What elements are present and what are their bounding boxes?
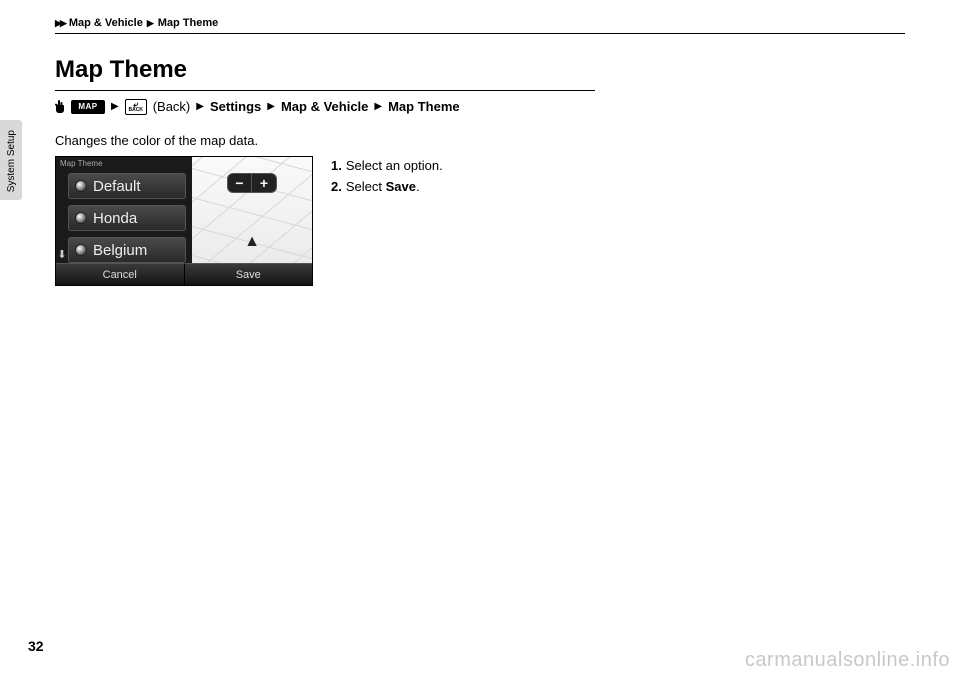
path-map-theme: Map Theme bbox=[388, 97, 460, 117]
chevron-icon: ▶ bbox=[147, 18, 154, 29]
step-text: Select Save. bbox=[346, 177, 420, 198]
zoom-minus-icon: − bbox=[228, 174, 252, 192]
theme-option: Default bbox=[68, 173, 186, 199]
navigation-path: MAP ▶ ⤶ BACK (Back) ▶ Settings ▶ Map & V… bbox=[55, 97, 595, 117]
theme-option-label: Default bbox=[93, 178, 141, 195]
radio-icon bbox=[75, 212, 87, 224]
breadcrumb-level2: Map Theme bbox=[158, 17, 219, 29]
chevron-double-icon: ▶▶ bbox=[55, 18, 65, 29]
zoom-plus-icon: + bbox=[252, 174, 276, 192]
chevron-icon: ▶ bbox=[196, 97, 204, 117]
scroll-indicator: ⬇ bbox=[58, 175, 66, 261]
breadcrumb: ▶▶ Map & Vehicle ▶ Map Theme bbox=[55, 17, 905, 29]
path-map-vehicle: Map & Vehicle bbox=[281, 97, 368, 117]
step-item: 1. Select an option. bbox=[331, 156, 443, 177]
map-button-icon: MAP bbox=[71, 100, 105, 114]
chevron-icon: ▶ bbox=[111, 97, 119, 117]
watermark: carmanualsonline.info bbox=[745, 649, 950, 672]
step-text: Select an option. bbox=[346, 156, 443, 177]
hand-icon bbox=[55, 100, 65, 114]
vehicle-cursor-icon: ▲ bbox=[244, 233, 260, 251]
step-number: 1. bbox=[331, 156, 342, 177]
instruction-steps: 1. Select an option. 2. Select Save. bbox=[331, 156, 443, 286]
path-settings: Settings bbox=[210, 97, 261, 117]
divider bbox=[55, 33, 905, 34]
theme-option: Belgium bbox=[68, 237, 186, 263]
arrow-down-icon: ⬇ bbox=[57, 248, 66, 261]
save-button: Save bbox=[185, 263, 313, 285]
chevron-icon: ▶ bbox=[374, 97, 382, 117]
radio-icon bbox=[75, 180, 87, 192]
description-text: Changes the color of the map data. bbox=[55, 133, 905, 148]
example-screenshot: Map Theme ⬇ Default Honda Belgium bbox=[55, 156, 313, 286]
theme-option-label: Belgium bbox=[93, 242, 147, 259]
step-item: 2. Select Save. bbox=[331, 177, 443, 198]
theme-option: Honda bbox=[68, 205, 186, 231]
screenshot-header: Map Theme bbox=[60, 159, 103, 168]
chevron-icon: ▶ bbox=[267, 97, 275, 117]
step-number: 2. bbox=[331, 177, 342, 198]
page-title: Map Theme bbox=[55, 56, 905, 84]
back-button-icon: ⤶ BACK bbox=[125, 99, 147, 115]
breadcrumb-level1: Map & Vehicle bbox=[69, 17, 143, 29]
radio-icon bbox=[75, 244, 87, 256]
cancel-button: Cancel bbox=[56, 263, 185, 285]
theme-option-label: Honda bbox=[93, 210, 137, 227]
back-text: (Back) bbox=[153, 97, 191, 117]
page-number: 32 bbox=[28, 638, 44, 654]
zoom-control: − + bbox=[227, 173, 277, 193]
